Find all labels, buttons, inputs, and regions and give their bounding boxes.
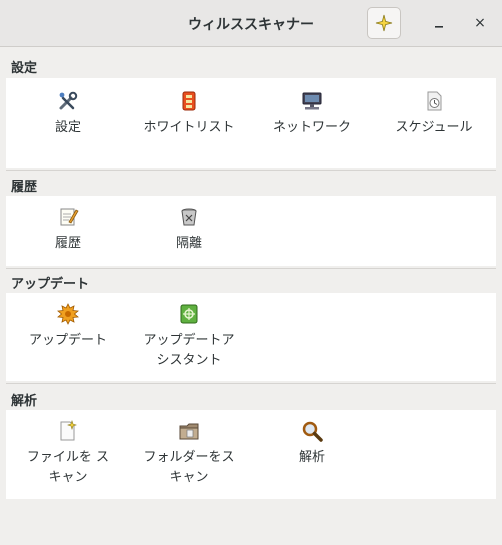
whitelist-item[interactable]: ホワイトリスト xyxy=(134,90,244,138)
section-title-history: 履歴 xyxy=(11,180,38,195)
section-title-analysis: 解析 xyxy=(11,394,38,409)
section-title-settings: 設定 xyxy=(11,61,38,76)
scan-file-icon xyxy=(60,420,77,441)
close-icon: × xyxy=(474,15,486,31)
schedule-item[interactable]: スケジュール xyxy=(379,90,489,138)
divider xyxy=(6,170,496,171)
app-window: ウィルススキャナー × 設定 設定 ホワイトリスト ネットワーク スケジュール … xyxy=(0,0,502,545)
history-icon xyxy=(60,208,79,226)
settings-label: 設定 xyxy=(54,120,81,135)
section-title-update: アップデート xyxy=(11,277,90,292)
update-assistant-icon xyxy=(180,304,198,324)
analysis-label: 解析 xyxy=(298,450,325,465)
quarantine-icon xyxy=(181,208,197,226)
update-assistant-label: アップデートア シスタント xyxy=(143,333,235,368)
scan-folder-icon xyxy=(179,423,199,440)
update-item[interactable]: アップデート xyxy=(13,303,123,351)
about-button[interactable] xyxy=(367,7,401,39)
divider xyxy=(6,383,496,384)
scan-folder-label: フォルダーをス キャン xyxy=(143,450,235,485)
quarantine-item[interactable]: 隔離 xyxy=(134,206,244,254)
history-label: 履歴 xyxy=(54,236,81,251)
update-label: アップデート xyxy=(28,333,107,348)
analysis-item[interactable]: 解析 xyxy=(257,420,367,468)
schedule-icon xyxy=(427,91,442,111)
whitelist-icon xyxy=(182,91,196,111)
tools-icon xyxy=(59,91,78,110)
minimize-button[interactable] xyxy=(428,12,450,34)
scan-file-item[interactable]: ファイルを ス キャン xyxy=(13,420,123,488)
network-icon xyxy=(302,92,322,110)
schedule-label: スケジュール xyxy=(395,120,473,135)
quarantine-label: 隔離 xyxy=(175,236,202,251)
minimize-icon xyxy=(435,26,443,28)
close-button[interactable]: × xyxy=(469,12,491,34)
scan-folder-item[interactable]: フォルダーをス キャン xyxy=(134,420,244,488)
update-icon xyxy=(57,303,79,325)
magnifier-icon xyxy=(302,421,323,442)
network-label: ネットワーク xyxy=(272,120,351,135)
divider xyxy=(6,268,496,269)
history-item[interactable]: 履歴 xyxy=(13,206,123,254)
network-item[interactable]: ネットワーク xyxy=(257,90,367,138)
whitelist-label: ホワイトリスト xyxy=(143,120,235,135)
scan-file-label: ファイルを ス キャン xyxy=(26,450,110,485)
settings-item[interactable]: 設定 xyxy=(13,90,123,138)
window-title: ウィルススキャナー xyxy=(188,17,314,33)
sparkle-icon xyxy=(375,14,393,32)
title-bar: ウィルススキャナー × xyxy=(0,0,502,47)
update-assistant-item[interactable]: アップデートア シスタント xyxy=(134,303,244,371)
